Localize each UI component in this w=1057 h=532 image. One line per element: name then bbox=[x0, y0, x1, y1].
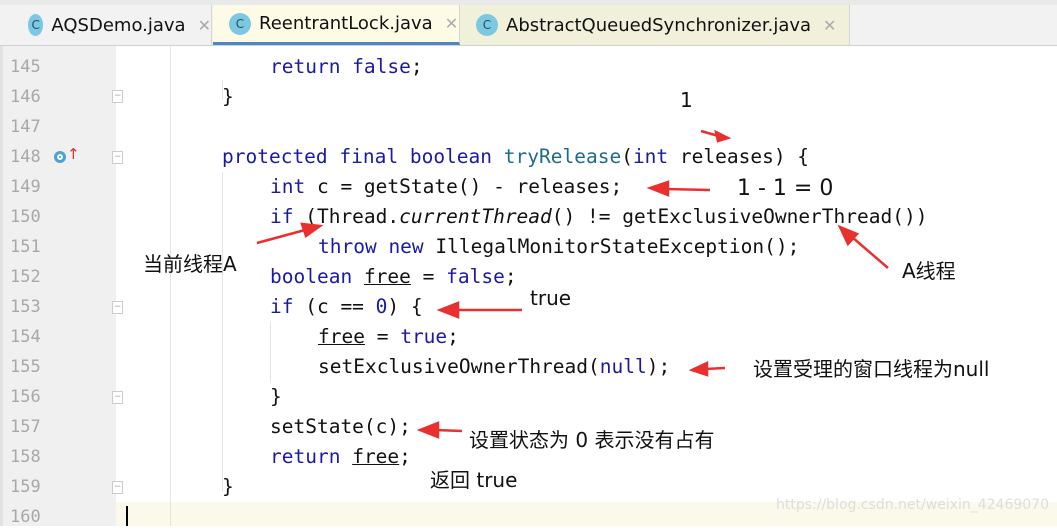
arrow-head bbox=[714, 129, 732, 143]
arrow-head bbox=[300, 222, 324, 239]
arrow bbox=[256, 228, 306, 245]
annotation-arrows bbox=[256, 129, 889, 439]
arrow-head bbox=[646, 180, 670, 197]
arrow-head bbox=[416, 421, 440, 439]
arrow-head bbox=[436, 301, 460, 319]
arrow-head bbox=[837, 224, 860, 247]
arrow bbox=[851, 236, 889, 269]
arrow bbox=[664, 187, 711, 192]
watermark: https://blog.csdn.net/weixin_42469070 bbox=[775, 497, 1049, 513]
arrow-head bbox=[688, 361, 709, 377]
